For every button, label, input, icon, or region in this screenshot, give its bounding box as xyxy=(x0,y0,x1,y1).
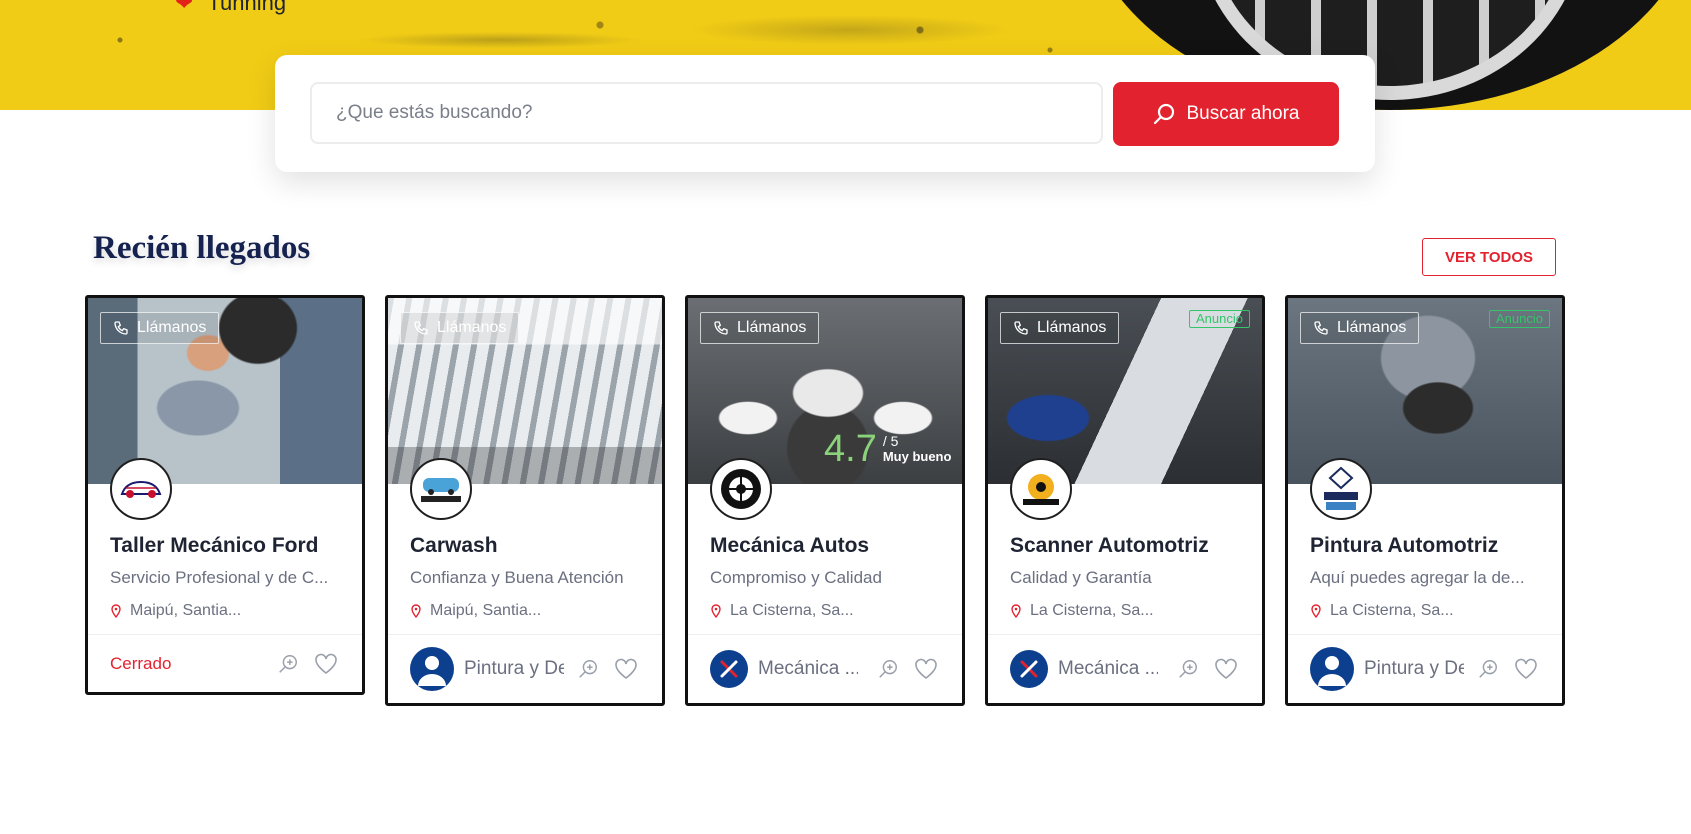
owner-link[interactable]: Pintura y De xyxy=(410,647,564,691)
quick-view-icon[interactable] xyxy=(874,655,902,683)
phone-icon xyxy=(1014,321,1028,335)
map-pin-icon xyxy=(411,604,421,618)
hero-tagline: ❤ Tunning xyxy=(175,0,286,16)
phone-icon xyxy=(1314,321,1328,335)
card-subtitle: Calidad y Garantía xyxy=(1010,568,1152,587)
rating-max: / 5 xyxy=(882,433,899,449)
phone-icon xyxy=(414,321,428,335)
avatar xyxy=(1310,647,1354,691)
card-image: Llámanos xyxy=(88,298,362,484)
owner-link[interactable]: Pintura y De xyxy=(1310,647,1464,691)
card-footer: Pintura y De xyxy=(388,634,662,703)
call-button[interactable]: Llámanos xyxy=(700,312,820,344)
card-image: Llámanos xyxy=(388,298,662,484)
call-button[interactable]: Llámanos xyxy=(400,312,520,344)
search-panel: Buscar ahora xyxy=(275,55,1375,172)
avatar xyxy=(1010,650,1048,688)
heart-favorite-icon[interactable] xyxy=(312,650,340,678)
card-location: La Cisterna, Sa... xyxy=(710,602,940,620)
card-subtitle: Aquí puedes agregar la de... xyxy=(1310,568,1525,587)
avatar xyxy=(410,647,454,691)
map-pin-icon xyxy=(111,604,121,618)
card-title[interactable]: Carwash xyxy=(410,534,640,558)
heart-favorite-icon[interactable] xyxy=(1212,655,1240,683)
quick-view-icon[interactable] xyxy=(1174,655,1202,683)
quick-view-icon[interactable] xyxy=(574,655,602,683)
phone-icon xyxy=(114,321,128,335)
avatar xyxy=(710,650,748,688)
owner-name: Mecánica ... xyxy=(1058,658,1158,679)
rating-value: 4.7 xyxy=(824,428,877,470)
listing-card[interactable]: Llámanos 4.7 / 5 Muy bueno Mecánica Auto… xyxy=(685,295,965,706)
rating-label: Muy bueno xyxy=(882,449,952,464)
map-pin-icon xyxy=(1011,604,1021,618)
card-location: Maipú, Santia... xyxy=(110,602,340,620)
card-title[interactable]: Mecánica Autos xyxy=(710,534,940,558)
card-footer: Mecánica ... xyxy=(988,634,1262,703)
listing-card[interactable]: Llámanos Anuncio Scanner Automotriz Cali… xyxy=(985,295,1265,706)
card-footer: Cerrado xyxy=(88,634,362,692)
owner-name: Mecánica ... xyxy=(758,658,858,679)
phone-icon xyxy=(714,321,728,335)
quick-view-icon[interactable] xyxy=(274,650,302,678)
hero-tagline-text: Tunning xyxy=(207,0,287,15)
quick-view-icon[interactable] xyxy=(1474,655,1502,683)
rating-badge: 4.7 / 5 Muy bueno xyxy=(824,430,951,468)
call-button[interactable]: Llámanos xyxy=(1300,312,1420,344)
owner-link[interactable]: Mecánica ... xyxy=(710,650,864,688)
listing-card[interactable]: Llámanos Carwash Confianza y Buena Atenc… xyxy=(385,295,665,706)
card-location: Maipú, Santia... xyxy=(410,602,640,620)
heart-favorite-icon[interactable] xyxy=(1512,655,1540,683)
heart-favorite-icon[interactable] xyxy=(612,655,640,683)
ad-badge: Anuncio xyxy=(1489,310,1550,328)
card-location: La Cisterna, Sa... xyxy=(1010,602,1240,620)
heart-favorite-icon[interactable] xyxy=(912,655,940,683)
search-icon xyxy=(1154,103,1175,125)
owner-name: Pintura y De xyxy=(464,658,564,679)
card-subtitle: Servicio Profesional y de C... xyxy=(110,568,329,587)
heart-icon: ❤ xyxy=(175,0,194,15)
card-image: Llámanos Anuncio xyxy=(988,298,1262,484)
section-title: Recién llegados xyxy=(93,230,311,266)
card-subtitle: Confianza y Buena Atención xyxy=(410,568,624,587)
view-all-button[interactable]: VER TODOS xyxy=(1422,238,1556,276)
card-image: Llámanos 4.7 / 5 Muy bueno xyxy=(688,298,962,484)
card-title[interactable]: Taller Mecánico Ford xyxy=(110,534,340,558)
map-pin-icon xyxy=(711,604,721,618)
card-title[interactable]: Pintura Automotriz xyxy=(1310,534,1540,558)
card-subtitle: Compromiso y Calidad xyxy=(710,568,882,587)
call-button[interactable]: Llámanos xyxy=(100,312,220,344)
listing-card[interactable]: Llámanos Taller Mecánico Ford Servicio P… xyxy=(85,295,365,695)
ad-badge: Anuncio xyxy=(1189,310,1250,328)
card-footer: Mecánica ... xyxy=(688,634,962,703)
call-button[interactable]: Llámanos xyxy=(1000,312,1120,344)
owner-name: Pintura y De xyxy=(1364,658,1464,679)
status-text: Cerrado xyxy=(110,653,172,673)
search-input[interactable] xyxy=(310,82,1103,144)
listing-card[interactable]: Llámanos Anuncio Pintura Automotriz Aquí… xyxy=(1285,295,1565,706)
owner-link[interactable]: Mecánica ... xyxy=(1010,650,1164,688)
search-button[interactable]: Buscar ahora xyxy=(1113,82,1339,146)
card-location: La Cisterna, Sa... xyxy=(1310,602,1540,620)
card-title[interactable]: Scanner Automotriz xyxy=(1010,534,1240,558)
map-pin-icon xyxy=(1311,604,1321,618)
card-footer: Pintura y De xyxy=(1288,634,1562,703)
search-button-label: Buscar ahora xyxy=(1186,103,1300,124)
card-image: Llámanos Anuncio xyxy=(1288,298,1562,484)
